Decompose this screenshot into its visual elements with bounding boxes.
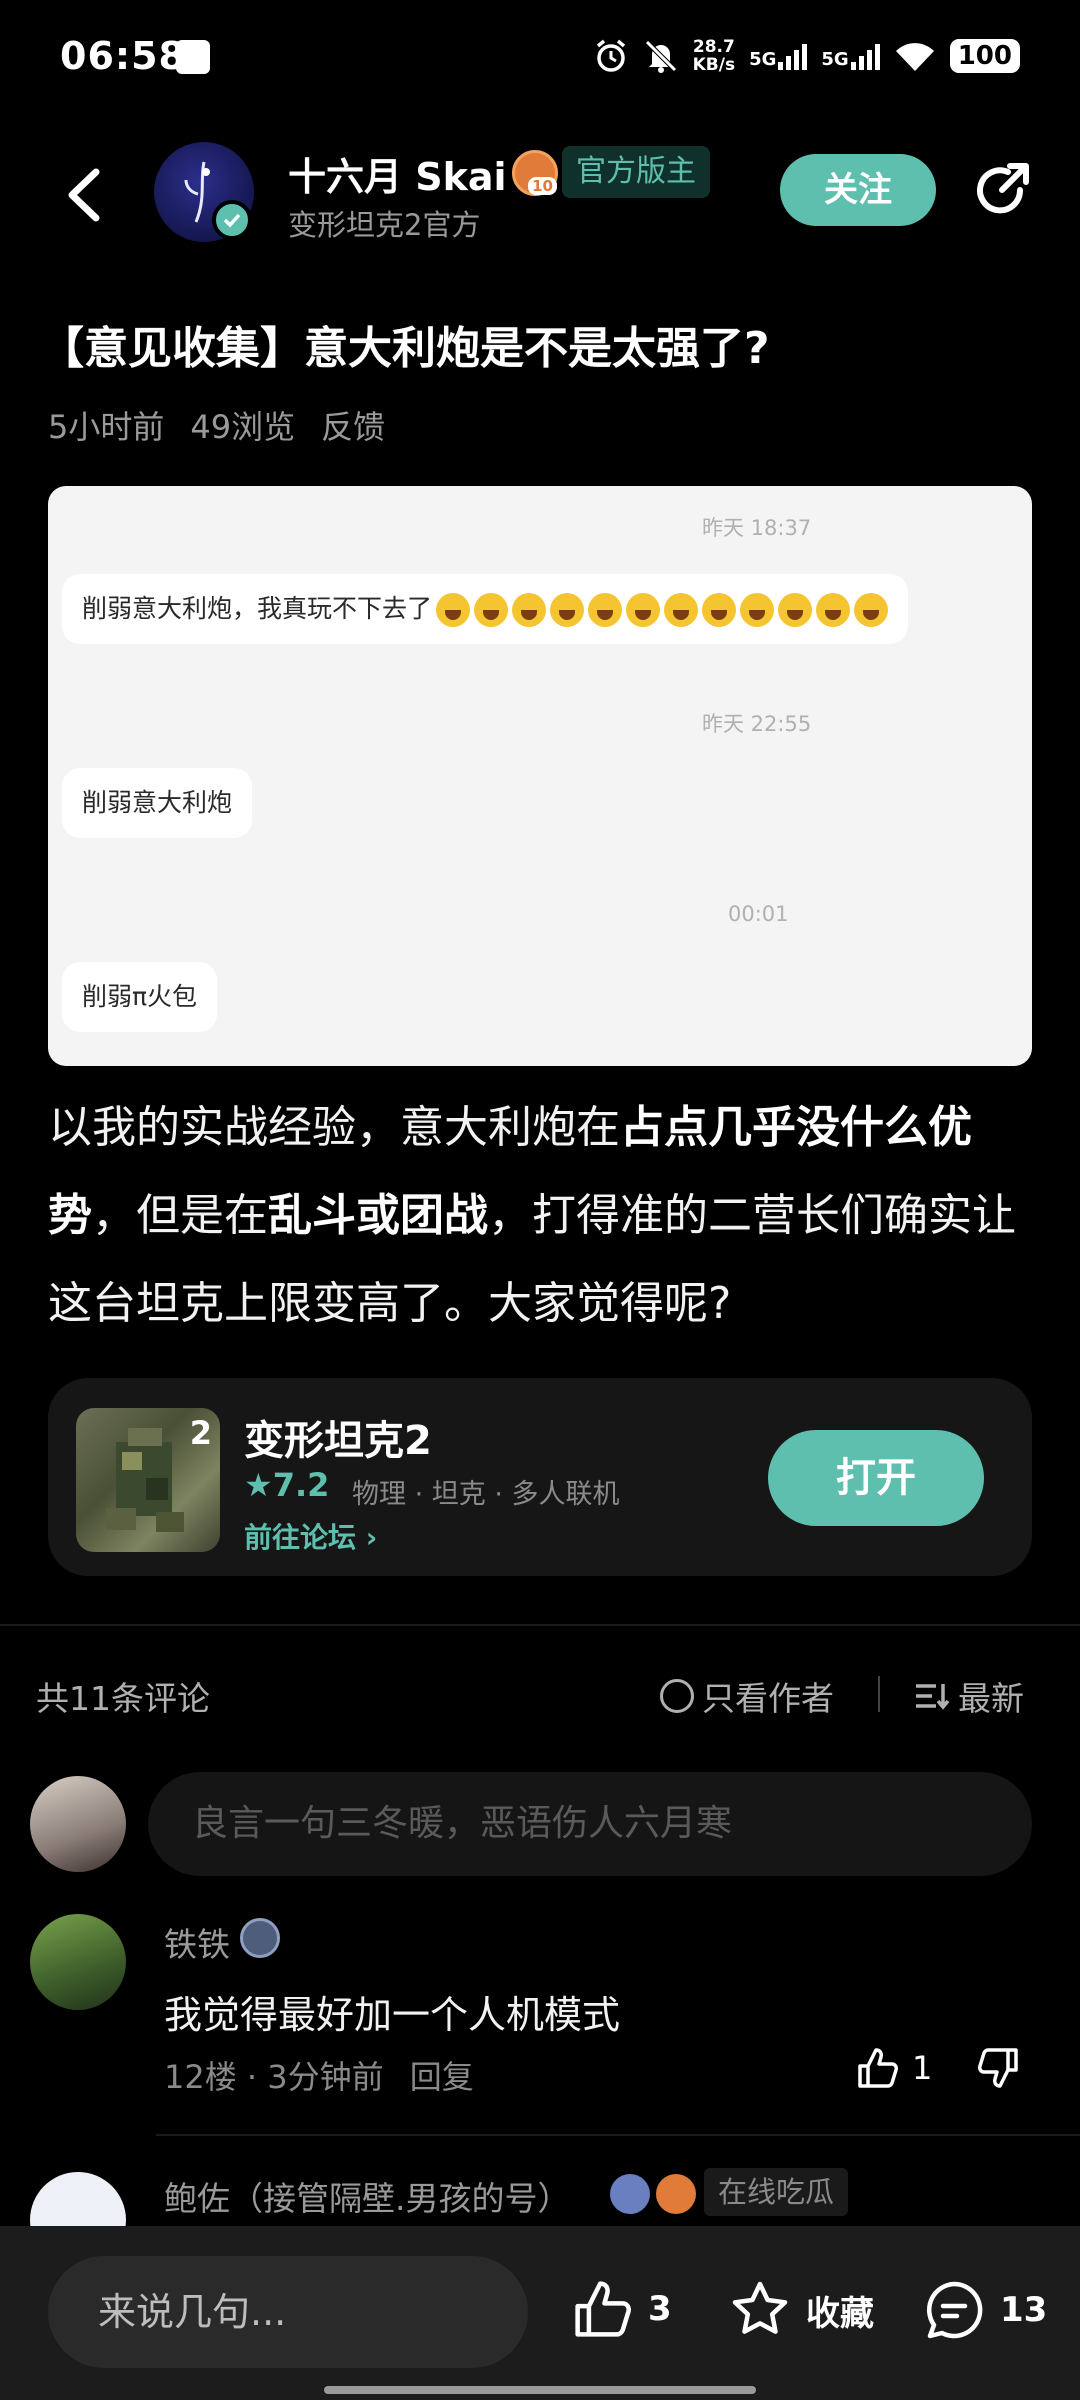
level-badge-icon: 10 [512,150,558,196]
commenter-name[interactable]: 铁铁 [164,1918,230,1966]
mute-bell-icon [644,40,677,73]
commenter-avatar[interactable] [30,1914,126,2010]
game-tags: 物理 · 坦克 · 多人联机 [352,1479,620,1510]
crying-emoji-icon [512,593,547,627]
like-badge-icon [610,2174,650,2214]
post-title: 【意见收集】意大利炮是不是太强了? [40,323,770,374]
thumbs-up-icon [575,2281,631,2337]
status-icons: 28.7 KB/s 5G 5G 100 [593,34,1020,78]
section-divider [0,1624,1080,1626]
divider [878,1676,880,1712]
thumbs-up-icon [858,2048,898,2088]
forum-link[interactable]: 前往论坛 › [244,1516,377,1556]
author-name[interactable]: 十六月 Skai [288,146,507,201]
signal-sim1-icon: 5G [749,42,808,70]
chat-timestamp: 昨天 18:37 [702,516,812,540]
chat-message: 削弱π火包 [62,962,218,1032]
open-game-button[interactable]: 打开 [768,1430,984,1526]
post-image[interactable]: 昨天 18:37 削弱意大利炮，我真玩不下去了 昨天 22:55 削弱意大利炮 … [48,486,1032,1066]
post-category[interactable]: 反馈 [321,402,385,448]
notification-icon [176,40,210,74]
crying-emoji-icon [854,593,889,627]
commenter-name[interactable]: 鲍佐（接管隔壁.男孩的号） [164,2172,571,2220]
user-tag: 在线吃瓜 [704,2168,849,2216]
home-indicator[interactable] [324,2386,756,2394]
alarm-icon [596,39,625,72]
level-badge-icon [656,2174,696,2214]
favorite-button[interactable]: 收藏 [728,2278,874,2342]
battery-level: 100 [949,39,1020,73]
author-subtitle: 变形坦克2官方 [288,208,481,242]
radio-icon [660,1679,694,1713]
sort-icon [916,1684,950,1710]
game-card[interactable]: 2 变形坦克2 ★7.2 物理 · 坦克 · 多人联机 前往论坛 › 打开 [48,1378,1032,1576]
comment-input[interactable]: 良言一句三冬暖，恶语伤人六月寒 [148,1772,1032,1876]
game-rating: ★7.2 [244,1466,330,1504]
user-badge-icon [240,1918,280,1958]
back-arrow-icon[interactable] [56,160,116,230]
comment-text: 我觉得最好加一个人机模式 [164,1993,621,2037]
star-icon [732,2281,788,2334]
post-header: 十六月 Skai 10 官方版主 变形坦克2官方 关注 [0,130,1080,260]
comments-button[interactable]: 13 [922,2278,1047,2342]
wifi-icon [895,43,934,71]
sort-toggle[interactable]: 最新 [914,1672,1024,1720]
crying-emoji-icon [550,593,585,627]
quick-comment-input[interactable]: 来说几句... [48,2256,528,2368]
post-body: 以我的实战经验，意大利炮在占点几乎没什么优势，但是在乱斗或团战，打得准的二营长们… [48,1102,1016,1329]
crying-emoji-icon [778,593,813,627]
chat-timestamp: 00:01 [728,902,789,926]
crying-emoji-icon [702,593,737,627]
game-name: 变形坦克2 [244,1418,432,1464]
crying-emoji-icon [740,593,775,627]
reply-button[interactable]: 回复 [410,2058,474,2096]
verified-badge-icon [212,200,252,240]
crying-emoji-icon [664,593,699,627]
crying-emoji-icon [474,593,509,627]
post-meta: 5小时前 49浏览 反馈 [48,402,385,448]
status-bar: 06:58 28.7 KB/s 5G 5G 100 [0,0,1080,110]
thumbs-down-icon[interactable] [976,2046,1020,2090]
clock: 06:58 [60,34,186,78]
crying-emoji-icon [816,593,851,627]
chat-timestamp: 昨天 22:55 [702,712,812,736]
my-avatar [30,1776,126,1872]
bottom-action-bar: 来说几句... 3 收藏 13 [0,2226,1080,2400]
post-like-button[interactable]: 3 [572,2278,672,2340]
post-views: 49浏览 [190,408,296,446]
game-icon: 2 [76,1408,220,1552]
follow-button[interactable]: 关注 [780,154,936,226]
comment-meta: 12楼 · 3分钟前 回复 [164,2058,474,2096]
network-speed: 28.7 KB/s [692,37,736,75]
role-tag: 官方版主 [562,146,710,198]
crying-emoji-icon [436,593,471,627]
author-only-toggle[interactable]: 只看作者 [660,1672,834,1720]
crying-emoji-icon [588,593,623,627]
crying-emoji-icon [626,593,661,627]
chat-message: 削弱意大利炮，我真玩不下去了 [62,574,909,644]
comment-divider [156,2134,1080,2136]
post-time: 5小时前 [48,408,165,446]
comment-count: 共11条评论 [36,1679,210,1718]
chat-message: 削弱意大利炮 [62,768,253,838]
comment-bubble-icon [926,2281,983,2339]
signal-sim2-icon: 5G [821,42,880,70]
share-icon[interactable] [970,160,1034,224]
comment-like-button[interactable]: 1 [856,2046,932,2090]
